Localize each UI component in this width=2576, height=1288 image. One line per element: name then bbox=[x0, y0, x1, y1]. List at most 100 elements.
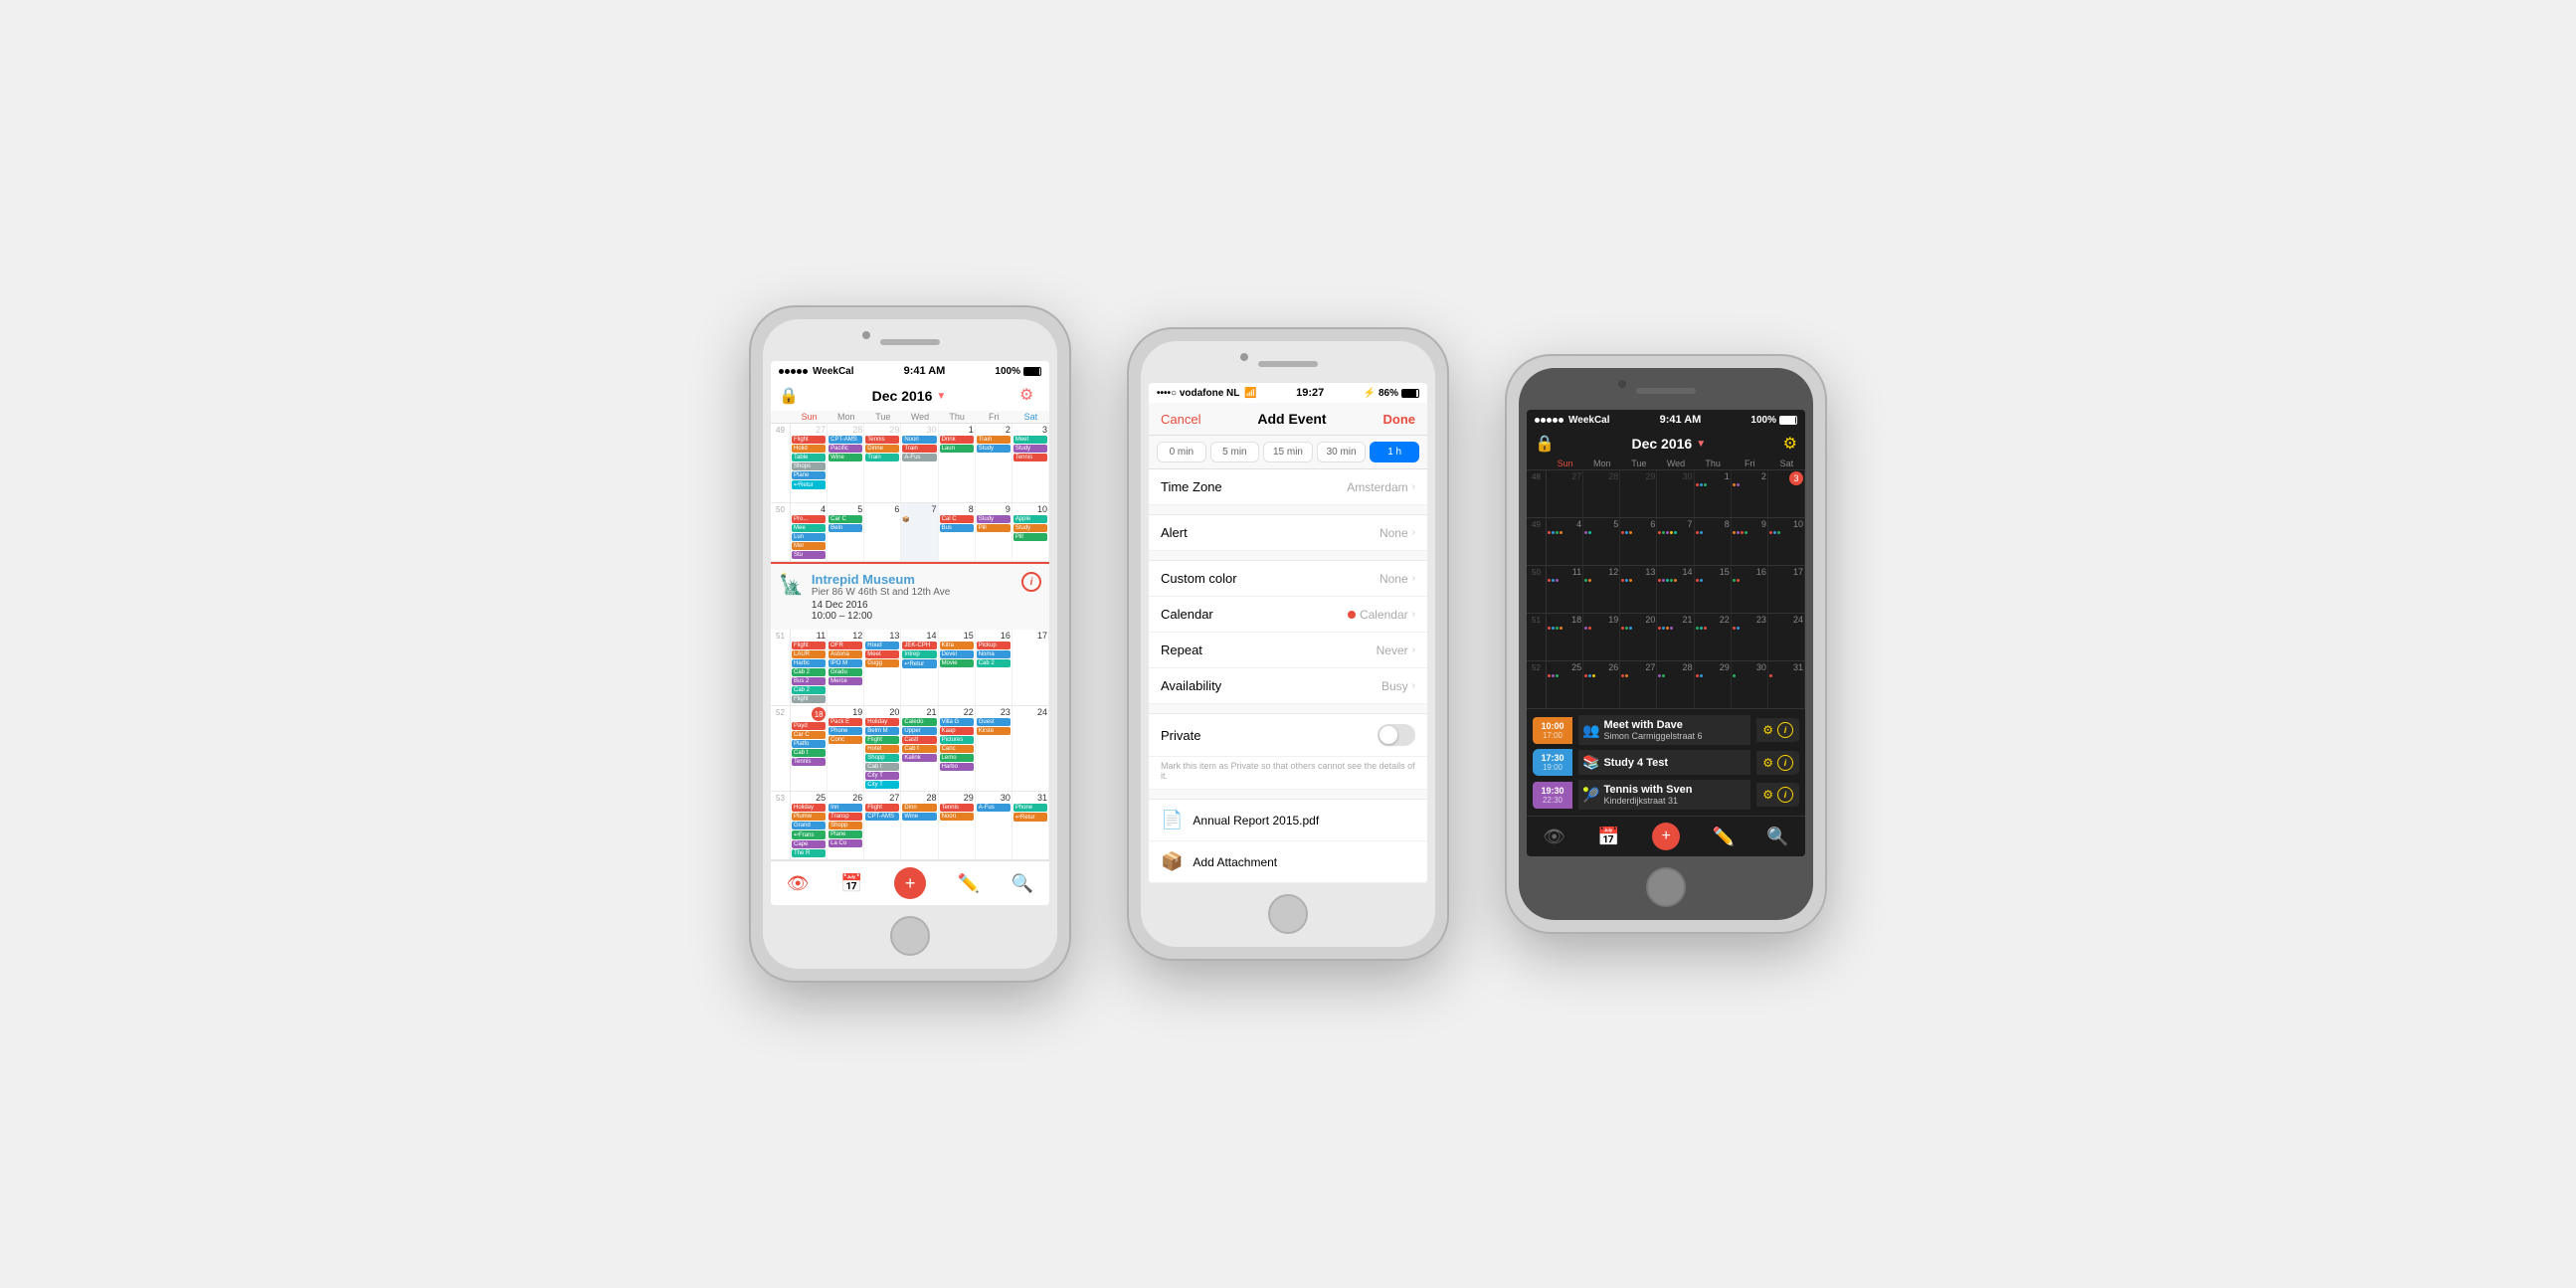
phone-2-screen: ••••○ vodafone NL 📶 19:27 ⚡ 86% Cancel A… bbox=[1149, 383, 1427, 883]
event-date: 14 Dec 2016 bbox=[812, 600, 1013, 611]
time-label-3: 9:41 AM bbox=[1660, 414, 1702, 426]
section-divider-1 bbox=[1149, 505, 1427, 515]
alert-1h-button[interactable]: 1 h bbox=[1370, 442, 1419, 462]
add-event-button[interactable]: + bbox=[894, 867, 926, 899]
dark-week-49: 49 4 5 bbox=[1527, 518, 1805, 566]
custom-color-row[interactable]: Custom color None › bbox=[1149, 561, 1427, 597]
carrier-label-3: WeekCal bbox=[1568, 415, 1610, 426]
eye-icon[interactable]: 👁 bbox=[787, 873, 810, 894]
timezone-row[interactable]: Time Zone Amsterdam › bbox=[1149, 469, 1427, 505]
bottom-toolbar-1: 👁 📅 + ✏️ 🔍 bbox=[771, 860, 1049, 905]
dropbox-icon: 📦 bbox=[1161, 851, 1183, 872]
alert-30min-button[interactable]: 30 min bbox=[1317, 442, 1367, 462]
availability-label: Availability bbox=[1161, 678, 1221, 693]
battery-icon bbox=[1023, 367, 1041, 376]
attachment-pdf-row[interactable]: 📄 Annual Report 2015.pdf bbox=[1149, 800, 1427, 841]
settings-gear-icon[interactable]: ⚙ bbox=[1019, 385, 1041, 407]
done-button[interactable]: Done bbox=[1382, 412, 1415, 427]
month-title[interactable]: Dec 2016 ▼ bbox=[872, 388, 947, 404]
chevron-icon-repeat: › bbox=[1412, 644, 1415, 655]
event-gear-icon-2[interactable]: ⚙ bbox=[1762, 756, 1773, 770]
signal-strength-3 bbox=[1535, 418, 1564, 423]
timezone-label: Time Zone bbox=[1161, 479, 1222, 494]
edit-icon[interactable]: ✏️ bbox=[958, 873, 980, 894]
dark-calendar-header: 🔒 Dec 2016 ▼ ⚙ bbox=[1527, 430, 1805, 458]
event-emoji-icon: 🗽 bbox=[779, 572, 804, 597]
speaker bbox=[880, 339, 940, 345]
dark-search-icon[interactable]: 🔍 bbox=[1766, 827, 1788, 847]
time-label: 9:41 AM bbox=[904, 365, 946, 377]
chevron-icon: › bbox=[1412, 481, 1415, 492]
availability-value: Busy bbox=[1381, 679, 1408, 693]
event-info-button-1[interactable]: i bbox=[1777, 722, 1793, 738]
alert-15min-button[interactable]: 15 min bbox=[1263, 442, 1313, 462]
repeat-row[interactable]: Repeat Never › bbox=[1149, 633, 1427, 668]
add-event-title: Add Event bbox=[1257, 411, 1326, 427]
event-time: 10:00 – 12:00 bbox=[812, 611, 1013, 622]
dark-week-51: 51 18 19 bbox=[1527, 614, 1805, 661]
home-button[interactable] bbox=[890, 916, 930, 956]
dark-bottom-toolbar: 👁 📅 + ✏️ 🔍 bbox=[1527, 816, 1805, 856]
event-info-button-2[interactable]: i bbox=[1777, 755, 1793, 771]
add-attachment-label: Add Attachment bbox=[1193, 855, 1277, 869]
meet-dave-title: Meet with Dave bbox=[1603, 719, 1702, 731]
dark-eye-icon[interactable]: 👁 bbox=[1543, 827, 1565, 847]
dark-month-title[interactable]: Dec 2016 ▼ bbox=[1631, 436, 1706, 452]
event-info-button[interactable]: i bbox=[1021, 572, 1041, 592]
home-button-3[interactable] bbox=[1646, 867, 1686, 907]
battery-label: 100% bbox=[995, 366, 1020, 377]
alert-row[interactable]: Alert None › bbox=[1149, 515, 1427, 551]
battery-icon-3 bbox=[1779, 416, 1797, 425]
battery-icon-2 bbox=[1401, 389, 1419, 398]
signal-strength bbox=[779, 369, 808, 374]
dark-event-list: 10:00 17:00 👥 Meet with Dave Simon Carmi… bbox=[1527, 709, 1805, 816]
dark-week-52: 52 25 26 bbox=[1527, 661, 1805, 709]
tennis-icon: 🎾 bbox=[1582, 787, 1599, 804]
event-item-study[interactable]: 17:30 19:00 📚 Study 4 Test ⚙ i bbox=[1533, 749, 1799, 776]
timezone-value: Amsterdam bbox=[1347, 480, 1407, 494]
search-icon[interactable]: 🔍 bbox=[1012, 873, 1033, 894]
speaker-3 bbox=[1636, 388, 1696, 394]
event-gear-icon-1[interactable]: ⚙ bbox=[1762, 723, 1773, 737]
event-gear-icon-3[interactable]: ⚙ bbox=[1762, 788, 1773, 802]
meet-dave-icon: 👥 bbox=[1582, 722, 1599, 739]
calendar-value: Calendar bbox=[1360, 608, 1408, 622]
event-location: Pier 86 W 46th St and 12th Ave bbox=[812, 587, 1013, 598]
chevron-icon-calendar: › bbox=[1412, 609, 1415, 620]
battery-label-3: 100% bbox=[1750, 415, 1776, 426]
lock-icon: 🔒 bbox=[779, 386, 799, 406]
dark-lock-icon: 🔒 bbox=[1535, 434, 1555, 454]
dark-gear-icon[interactable]: ⚙ bbox=[1783, 434, 1797, 454]
private-toggle[interactable] bbox=[1378, 724, 1415, 746]
alert-0min-button[interactable]: 0 min bbox=[1157, 442, 1206, 462]
event-item-meet-dave[interactable]: 10:00 17:00 👥 Meet with Dave Simon Carmi… bbox=[1533, 715, 1799, 745]
phone-1: WeekCal 9:41 AM 100% 🔒 Dec 2016 ▼ ⚙ bbox=[751, 307, 1069, 981]
home-button-2[interactable] bbox=[1268, 894, 1308, 934]
alert-timing-row: 0 min 5 min 15 min 30 min 1 h bbox=[1149, 436, 1427, 469]
repeat-value: Never bbox=[1377, 644, 1408, 657]
day-labels-row: Sun Mon Tue Wed Thu Fri Sat bbox=[771, 411, 1049, 424]
add-attachment-row[interactable]: 📦 Add Attachment bbox=[1149, 841, 1427, 883]
private-label: Private bbox=[1161, 728, 1200, 743]
section-divider-4 bbox=[1149, 790, 1427, 800]
alert-5min-button[interactable]: 5 min bbox=[1210, 442, 1260, 462]
custom-color-value: None bbox=[1380, 572, 1408, 586]
phone-2: ••••○ vodafone NL 📶 19:27 ⚡ 86% Cancel A… bbox=[1129, 329, 1447, 959]
event-info-button-3[interactable]: i bbox=[1777, 787, 1793, 803]
dark-calendar-icon[interactable]: 📅 bbox=[1597, 827, 1619, 847]
calendar-icon[interactable]: 📅 bbox=[840, 873, 862, 894]
event-title: Intrepid Museum bbox=[812, 572, 1013, 587]
calendar-row[interactable]: Calendar Calendar › bbox=[1149, 597, 1427, 633]
tennis-subtitle: Kinderdijkstraat 31 bbox=[1603, 796, 1692, 806]
dark-edit-icon[interactable]: ✏️ bbox=[1713, 827, 1735, 847]
cancel-button[interactable]: Cancel bbox=[1161, 412, 1200, 427]
availability-row[interactable]: Availability Busy › bbox=[1149, 668, 1427, 704]
speaker-2 bbox=[1258, 361, 1318, 367]
wifi-icon-2: 📶 bbox=[1244, 388, 1256, 399]
time-label-2: 19:27 bbox=[1296, 387, 1324, 399]
event-item-tennis[interactable]: 19:30 22:30 🎾 Tennis with Sven Kinderdij… bbox=[1533, 780, 1799, 810]
section-divider-3 bbox=[1149, 704, 1427, 714]
expanded-event-card: 🗽 Intrepid Museum Pier 86 W 46th St and … bbox=[771, 562, 1049, 630]
dark-add-button[interactable]: + bbox=[1652, 823, 1680, 850]
alert-value: None bbox=[1380, 526, 1408, 540]
